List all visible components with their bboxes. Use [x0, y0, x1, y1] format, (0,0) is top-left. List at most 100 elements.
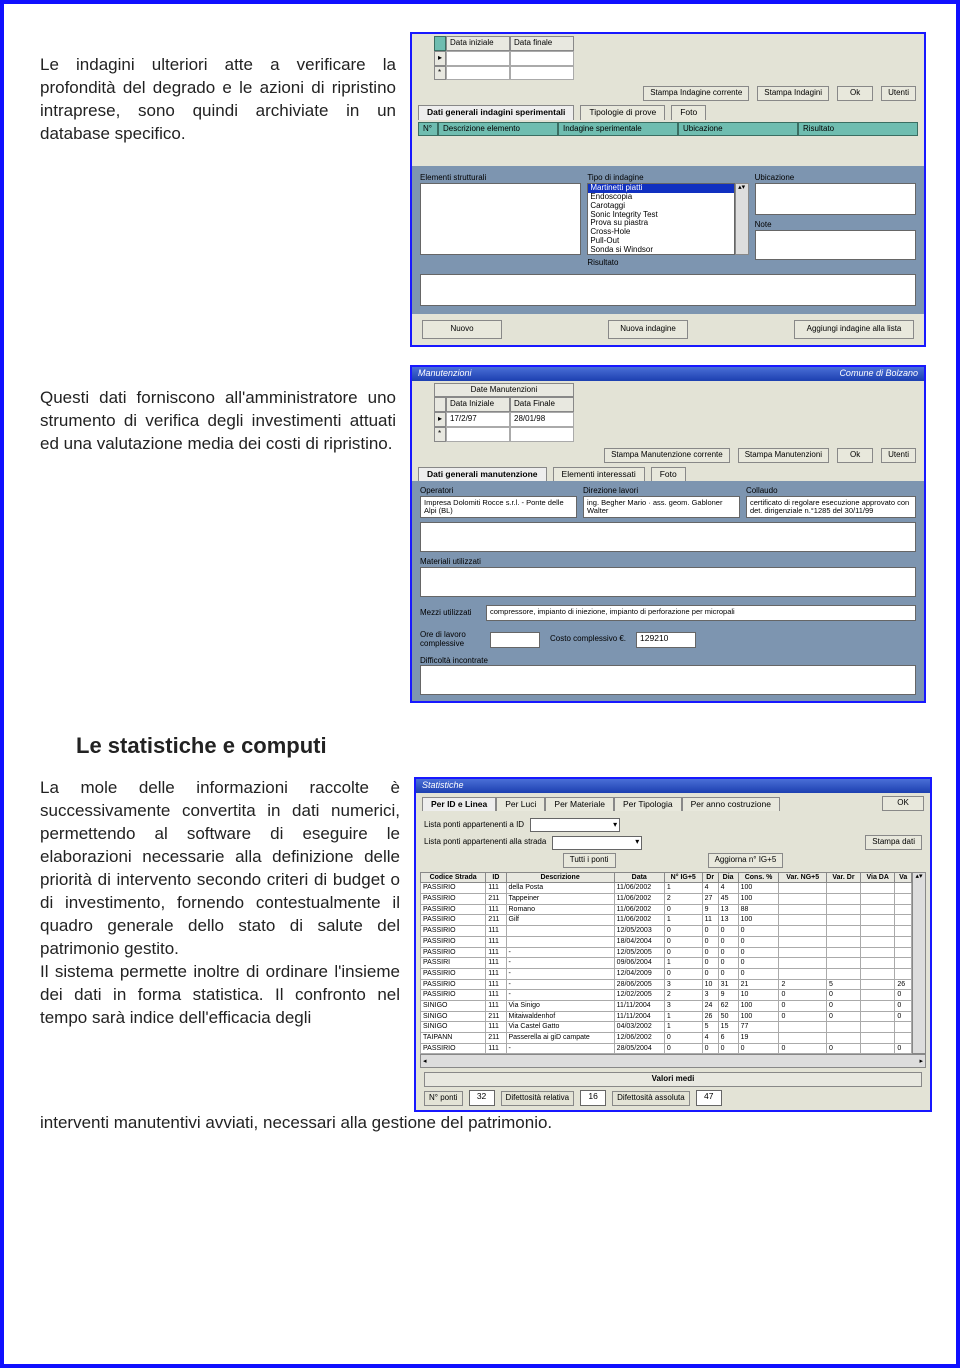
btn-ok[interactable]: Ok [837, 86, 873, 101]
tab-tipologie-prove[interactable]: Tipologie di prove [580, 105, 665, 119]
tab-dati-generali[interactable]: Dati generali indagini sperimentali [418, 105, 574, 119]
col-data-iniziale: Data Iniziale [446, 397, 510, 412]
lbl-ubicazione: Ubicazione [755, 174, 916, 183]
table-row[interactable]: PASSIRIO111della Posta11/06/2002144100 [421, 883, 912, 894]
window-manutenzioni: Manutenzioni Comune di Bolzano Date Manu… [410, 365, 926, 704]
btn-stampa-corrente[interactable]: Stampa Indagine corrente [643, 86, 749, 101]
table-row[interactable]: PASSIRIO211Gilf11/06/200211113100 [421, 915, 912, 926]
lbl-materiali: Materiali utilizzati [420, 558, 916, 567]
hdr-ubicazione: Ubicazione [678, 122, 798, 137]
table-row[interactable]: SINIGO111Via Castel Gatto04/03/200215157… [421, 1022, 912, 1033]
btn-utenti[interactable]: Utenti [881, 86, 916, 101]
stats-table[interactable]: Codice StradaIDDescrizioneDataN° IG+5DrD… [420, 872, 912, 1055]
col-header[interactable]: Descrizione [506, 872, 614, 883]
date-header: Date Manutenzioni [434, 383, 574, 398]
btn-nuovo[interactable]: Nuovo [422, 320, 502, 339]
field-collaudo[interactable]: certificato di regolare esecuzione appro… [746, 496, 916, 519]
tab-luci[interactable]: Per Luci [496, 797, 545, 811]
field-risultato[interactable] [420, 274, 916, 306]
table-row[interactable]: TAIPANN211Passerella ai giD campate12/06… [421, 1033, 912, 1044]
titlebar-left: Manutenzioni [418, 369, 472, 379]
field-difficolta[interactable] [420, 665, 916, 695]
col-header[interactable]: Codice Strada [421, 872, 486, 883]
field-ubicazione[interactable] [755, 183, 916, 215]
date-end[interactable]: 28/01/98 [510, 412, 574, 427]
field-note[interactable] [755, 230, 916, 260]
col-header[interactable]: Var. NG+5 [779, 872, 826, 883]
date-start[interactable]: 17/2/97 [446, 412, 510, 427]
tab-foto[interactable]: Foto [671, 105, 706, 119]
table-row[interactable]: PASSIRI111-09/06/20041000 [421, 958, 912, 969]
btn-ok[interactable]: Ok [837, 448, 873, 463]
combo-id[interactable] [530, 818, 620, 832]
table-row[interactable]: PASSIRIO111-28/05/20040000000 [421, 1043, 912, 1054]
lbl-ore: Ore di lavoro complessive [420, 631, 480, 649]
scrollbar-stats[interactable]: ▴▾ [912, 872, 926, 1055]
btn-ok-stat[interactable]: OK [882, 796, 924, 811]
val-n-ponti: 32 [469, 1090, 495, 1106]
table-row[interactable]: PASSIRIO111-12/02/200523910000 [421, 990, 912, 1001]
col-header[interactable]: Data [614, 872, 664, 883]
tab-id-linea[interactable]: Per ID e Linea [422, 797, 496, 811]
btn-nuova-indagine[interactable]: Nuova indagine [608, 320, 688, 339]
field-direzione[interactable]: ing. Begher Mario · ass. geom. Gabloner … [583, 496, 740, 519]
table-row[interactable]: PASSIRIO11118/04/20040000 [421, 936, 912, 947]
col-data-iniziale: Data iniziale [446, 36, 510, 51]
table-row[interactable]: SINIGO111Via Sinigo11/11/200432462100000 [421, 1000, 912, 1011]
table-row[interactable]: PASSIRIO211Tappeiner11/06/200222745100 [421, 894, 912, 905]
scrollbar-stats-h[interactable]: ◂▸ [420, 1054, 926, 1068]
btn-stampa-dati[interactable]: Stampa dati [865, 835, 922, 850]
btn-stampa-indagini[interactable]: Stampa Indagini [757, 86, 829, 101]
col-header[interactable]: Var. Dr [826, 872, 860, 883]
listbox-tipo-indagine[interactable]: Martinetti piatti Endoscopia Carotaggi S… [587, 183, 734, 255]
scrollbar[interactable]: ▴▾ [735, 183, 749, 255]
valori-medi: Valori medi [424, 1072, 922, 1087]
tab-foto-man[interactable]: Foto [651, 467, 686, 481]
table-row[interactable]: PASSIRIO111-12/05/20050000 [421, 947, 912, 958]
heading-statistiche: Le statistiche e computi [76, 733, 932, 759]
lbl-dif-rel: Difettosità relativa [501, 1091, 575, 1106]
col-header[interactable]: Via DA [861, 872, 895, 883]
table-row[interactable]: PASSIRIO111Romano11/06/2002091388 [421, 904, 912, 915]
btn-stampa-man-corrente[interactable]: Stampa Manutenzione corrente [604, 448, 730, 463]
field-materiali[interactable] [420, 567, 916, 597]
col-header[interactable]: Va [895, 872, 912, 883]
lbl-lista-strada: Lista ponti appartenenti alla strada [424, 838, 546, 847]
col-header[interactable]: N° IG+5 [664, 872, 702, 883]
table-row[interactable]: SINIGO211Mitaiwaldenhof11/11/20041265010… [421, 1011, 912, 1022]
hdr-descrizione: Descrizione elemento [438, 122, 558, 137]
window-indagini: Data iniziale Data finale ▸ * Stampa Ind… [410, 32, 926, 347]
btn-aggiungi-lista[interactable]: Aggiungi indagine alla lista [794, 320, 914, 339]
btn-aggiorna[interactable]: Aggiorna n° IG+5 [708, 853, 784, 868]
tab-materiale[interactable]: Per Materiale [545, 797, 614, 811]
lbl-mezzi: Mezzi utilizzati [420, 609, 480, 618]
tab-tipologia[interactable]: Per Tipologia [614, 797, 682, 811]
table-row[interactable]: PASSIRIO11112/05/20030000 [421, 926, 912, 937]
col-header[interactable]: Dr [702, 872, 718, 883]
btn-utenti[interactable]: Utenti [881, 448, 916, 463]
lbl-direzione: Direzione lavori [583, 487, 740, 496]
combo-strada[interactable] [552, 836, 642, 850]
col-data-finale: Data finale [510, 36, 574, 51]
lbl-n-ponti: N° ponti [424, 1091, 463, 1106]
btn-stampa-manutenzioni[interactable]: Stampa Manutenzioni [738, 448, 829, 463]
field-mezzi[interactable]: compressore, impianto di iniezione, impi… [486, 605, 916, 621]
tab-elementi-interessati[interactable]: Elementi interessati [553, 467, 645, 481]
paragraph-4a: Il sistema permette inoltre di ordinare … [40, 961, 400, 1030]
table-row[interactable]: PASSIRIO111-28/06/200531031212526 [421, 979, 912, 990]
field-operatori[interactable]: Impresa Dolomiti Rocce s.r.l. - Ponte de… [420, 496, 577, 519]
field-secondary[interactable] [420, 522, 916, 552]
col-header[interactable]: ID [486, 872, 506, 883]
paragraph-4b: interventi manutentivi avviati, necessar… [40, 1112, 932, 1135]
col-header[interactable]: Dia [718, 872, 738, 883]
col-header[interactable]: Cons. % [738, 872, 779, 883]
tab-anno[interactable]: Per anno costruzione [682, 797, 780, 811]
field-ore[interactable] [490, 632, 540, 648]
lbl-risultato: Risultato [587, 259, 748, 268]
table-row[interactable]: PASSIRIO111-12/04/20090000 [421, 968, 912, 979]
btn-tutti-ponti[interactable]: Tutti i ponti [563, 853, 616, 868]
field-costo[interactable]: 129210 [636, 632, 696, 648]
tab-dati-generali-man[interactable]: Dati generali manutenzione [418, 467, 547, 481]
lbl-dif-ass: Difettosità assoluta [612, 1091, 690, 1106]
field-elementi-strutturali[interactable] [420, 183, 581, 255]
